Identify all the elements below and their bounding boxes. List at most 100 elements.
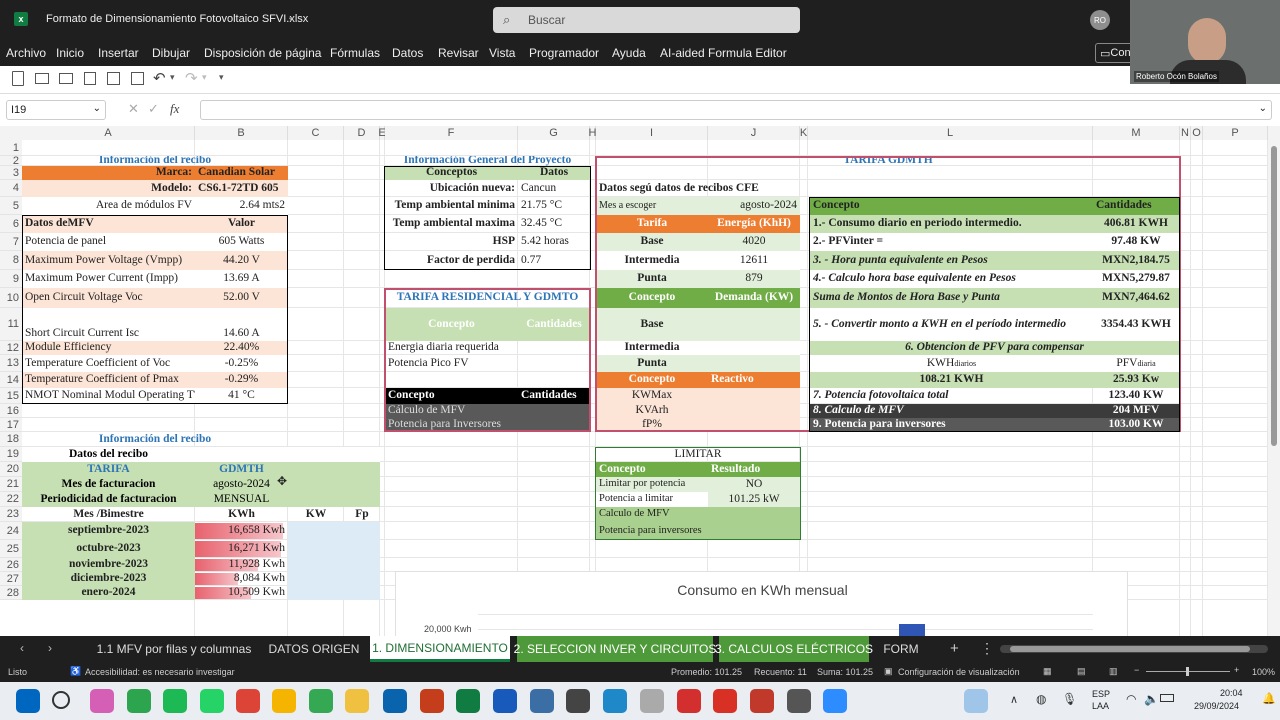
calc-label[interactable]: 8. Calculo de MFV (810, 404, 1093, 418)
project-label[interactable]: Temp ambiental maxima (385, 215, 518, 233)
snip-icon[interactable] (603, 689, 627, 713)
calc-value[interactable]: MXN7,464.62 (1093, 288, 1179, 308)
energy-period[interactable]: Intermedia (596, 251, 708, 270)
name-box[interactable]: I19 ⌄ (6, 100, 106, 120)
drive-icon[interactable] (272, 689, 296, 713)
column-header-g[interactable]: G (518, 126, 590, 140)
kwh-label[interactable]: KWH diarios (810, 355, 1093, 372)
calculator-icon[interactable] (787, 689, 811, 713)
project-value[interactable]: 32.45 °C (518, 215, 590, 233)
receipt-value[interactable]: Canadian Solar (195, 166, 288, 180)
receipt-label[interactable]: Modelo: (22, 180, 195, 197)
limitar-label[interactable]: Potencia para inversores (596, 522, 708, 540)
spec-label[interactable]: Short Circuit Current Isc (22, 308, 195, 341)
kw-value[interactable] (288, 540, 344, 558)
worksheet-grid[interactable]: A B C D E F G H I J K L M N O P 1 2 3 4 5 6 7 8 9 10 11 12 13 14 15 16 1… (0, 126, 1268, 636)
row-header-12[interactable]: 12 (0, 341, 22, 355)
calendar-icon[interactable] (750, 689, 774, 713)
project-value[interactable]: 0.77 (518, 251, 590, 270)
notification-icon[interactable]: 🔔 (1262, 692, 1276, 705)
column-header-l[interactable]: L (808, 126, 1093, 140)
calc-label[interactable]: 4.- Calculo hora base equivalente en Pes… (810, 270, 1093, 288)
energy-period[interactable]: Punta (596, 270, 708, 288)
display-settings[interactable]: Configuración de visualización (898, 667, 1020, 677)
row-header-7[interactable]: 7 (0, 233, 22, 251)
project-title[interactable]: Información General del Proyecto (385, 156, 590, 166)
menu-ai-aided-formula-editor[interactable]: AI-aided Formula Editor (660, 46, 787, 60)
whatsapp-icon[interactable] (200, 689, 224, 713)
limitar-value[interactable] (708, 522, 800, 540)
limitar-header[interactable]: Concepto (596, 462, 708, 477)
accessibility-icon[interactable]: ♿ (70, 666, 81, 677)
language-indicator[interactable]: ESP (1092, 689, 1110, 699)
tarifa-header[interactable]: Tarifa (596, 215, 708, 233)
column-header-o[interactable]: O (1191, 126, 1203, 140)
recibo2-label[interactable]: Mes de facturacion (22, 477, 195, 492)
network-icon[interactable]: ◍ (1036, 692, 1046, 706)
file-name[interactable]: Formato de Dimensionamiento Fotovoltaico… (46, 13, 308, 25)
filezilla-icon[interactable] (677, 689, 701, 713)
recibo2-label[interactable]: Datos del recibo (22, 447, 195, 462)
recibo2-value[interactable]: GDMTH (195, 462, 288, 477)
limitar-header[interactable]: Resultado (708, 462, 800, 477)
reactive-label[interactable]: KVArh (596, 404, 708, 418)
recibo2-empty[interactable] (288, 447, 344, 462)
word-icon[interactable] (493, 689, 517, 713)
copilot-icon[interactable] (90, 689, 114, 713)
row-header-20[interactable]: 20 (0, 462, 22, 477)
project-value[interactable]: Cancun (518, 180, 590, 197)
residencial2-value[interactable] (518, 404, 590, 418)
residencial2-value[interactable] (518, 418, 590, 432)
menu-disposici-n-de-p-gina[interactable]: Disposición de página (204, 46, 321, 60)
spec-value[interactable]: 13.69 A (195, 270, 288, 288)
tab-dimensionamiento[interactable]: 1. DIMENSIONAMIENTO (370, 636, 510, 662)
clock-date[interactable]: 29/09/2024 (1194, 701, 1239, 711)
calc-label[interactable]: 1.- Consumo diario en periodo intermedio… (810, 215, 1093, 233)
spec-label[interactable]: Module Efficiency (22, 341, 195, 355)
search-box[interactable]: ⌕ Buscar (493, 7, 800, 33)
menu-ayuda[interactable]: Ayuda (612, 46, 646, 60)
residencial-header-concept[interactable]: Concepto (385, 308, 518, 341)
demand-period[interactable]: Base (596, 308, 708, 341)
spec-label[interactable]: Temperature Coefficient of Voc (22, 355, 195, 372)
calc-label[interactable]: 3. - Hora punta equivalente en Pesos (810, 251, 1093, 270)
calc-value[interactable]: 3354.43 KWH (1093, 308, 1179, 341)
menu-inicio[interactable]: Inicio (56, 46, 84, 60)
outlook-icon[interactable] (383, 689, 407, 713)
receipt-value[interactable]: CS6.1-72TD 605 (195, 180, 288, 197)
row-header-28[interactable]: 28 (0, 586, 22, 600)
pfv-title[interactable]: 6. Obtencion de PFV para compensar (810, 341, 1179, 355)
chevron-down-icon[interactable]: ⌄ (287, 12, 295, 23)
row-header-8[interactable]: 8 (0, 251, 22, 270)
calc-header-qty[interactable]: Cantidades (1093, 197, 1179, 215)
windows-start-icon[interactable] (16, 689, 40, 713)
recibo2-empty[interactable] (344, 462, 380, 477)
residencial-label[interactable]: Energia diaria requerida (385, 341, 518, 355)
limitar-label[interactable]: Calculo de MFV (596, 507, 708, 522)
spec-label[interactable]: NMOT Nominal Modul Operating T° (22, 388, 195, 404)
demand-period[interactable]: Punta (596, 355, 708, 372)
month-label[interactable]: noviembre-2023 (22, 558, 195, 572)
gdmth-title[interactable]: TARIFA GDMTH (596, 156, 1180, 166)
zoom-level[interactable]: 100% (1252, 667, 1275, 677)
kwh-value[interactable]: 11,928 Kwh (195, 558, 288, 572)
calc-value[interactable]: 406.81 KWH (1093, 215, 1179, 233)
reactive-value[interactable] (708, 404, 800, 418)
sticky-icon[interactable] (566, 689, 590, 713)
menu-revisar[interactable]: Revisar (438, 46, 479, 60)
row-header-15[interactable]: 15 (0, 388, 22, 404)
column-header-c[interactable]: C (288, 126, 344, 140)
residencial2-header[interactable]: Cantidades (518, 388, 590, 404)
app-icon[interactable] (640, 689, 664, 713)
enter-icon[interactable]: ✓ (148, 101, 159, 117)
calc-value[interactable]: 123.40 KW (1093, 388, 1179, 404)
fp-value[interactable] (344, 586, 380, 600)
chevron-down-icon[interactable]: ▾ (170, 72, 175, 83)
column-header-b[interactable]: B (195, 126, 288, 140)
insert-function-icon[interactable]: fx (170, 101, 179, 117)
save-icon[interactable] (107, 72, 120, 85)
demand-header[interactable]: Concepto (596, 288, 708, 308)
project-value[interactable]: 21.75 °C (518, 197, 590, 215)
kwh-value[interactable]: 108.21 KWH (810, 372, 1093, 388)
reactive-label[interactable]: KWMax (596, 388, 708, 404)
